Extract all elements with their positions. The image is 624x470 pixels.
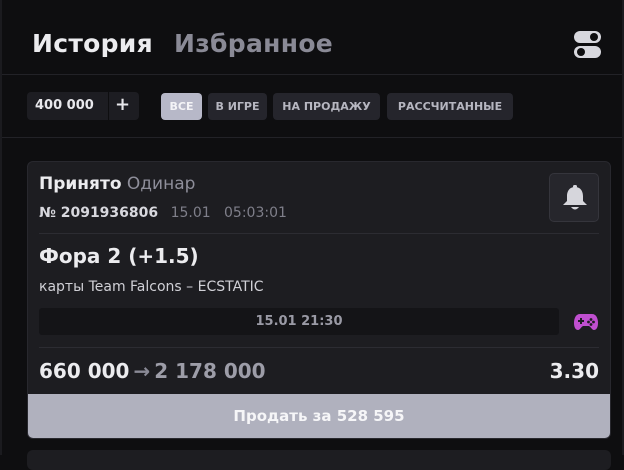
divider [39,233,599,234]
next-bet-card [27,450,611,470]
tab-favorites[interactable]: Избранное [174,29,333,58]
notify-button[interactable] [549,173,599,222]
add-amount-button[interactable]: + [115,94,130,115]
bet-status-text: Принято [39,174,122,194]
arrow-right-icon: → [133,359,151,383]
event-start-time-text: 15.01 21:30 [255,314,343,329]
filter-settled[interactable]: РАССЧИТАННЫЕ [387,93,513,120]
sell-button[interactable]: Продать за 528 595 [28,394,610,438]
stake-payout: 660 000 → 2 178 000 [39,359,266,383]
bell-icon [563,185,587,210]
gamepad-icon [574,314,598,330]
bet-number: № 2091936806 [39,205,159,221]
amount-field[interactable]: 400 000 + [27,92,139,120]
stake-amount: 660 000 [39,359,130,383]
filter-for-sale[interactable]: НА ПРОДАЖУ [273,93,380,120]
toggle-switches-icon[interactable] [574,31,601,59]
filter-bar: 400 000 + ВСЕ В ИГРЕ НА ПРОДАЖУ РАССЧИТА… [2,75,622,138]
amount-value: 400 000 [35,98,94,113]
bet-odds: 3.30 [549,359,599,383]
tab-history[interactable]: История [32,29,153,58]
bet-status: Принято Одинар [39,174,195,194]
bet-meta: № 2091936806 15.01 05:03:01 [39,205,287,221]
bet-market: Фора 2 (+1.5) [39,244,199,268]
bet-datetime: 15.01 05:03:01 [170,205,287,221]
bet-type: Одинар [126,174,196,194]
divider [39,347,599,348]
bet-event[interactable]: карты Team Falcons – ECSTATIC [39,279,264,295]
filter-all[interactable]: ВСЕ [161,93,202,120]
event-start-time: 15.01 21:30 [39,308,559,335]
bet-card: Принято Одинар № 2091936806 15.01 05:03:… [27,161,611,439]
header: История Избранное [2,0,622,75]
payout-amount: 2 178 000 [154,359,266,383]
bet-history-panel: История Избранное 400 000 + ВСЕ В ИГРЕ Н… [0,0,624,470]
filter-live[interactable]: В ИГРЕ [208,93,267,120]
amount-divider [108,92,109,120]
